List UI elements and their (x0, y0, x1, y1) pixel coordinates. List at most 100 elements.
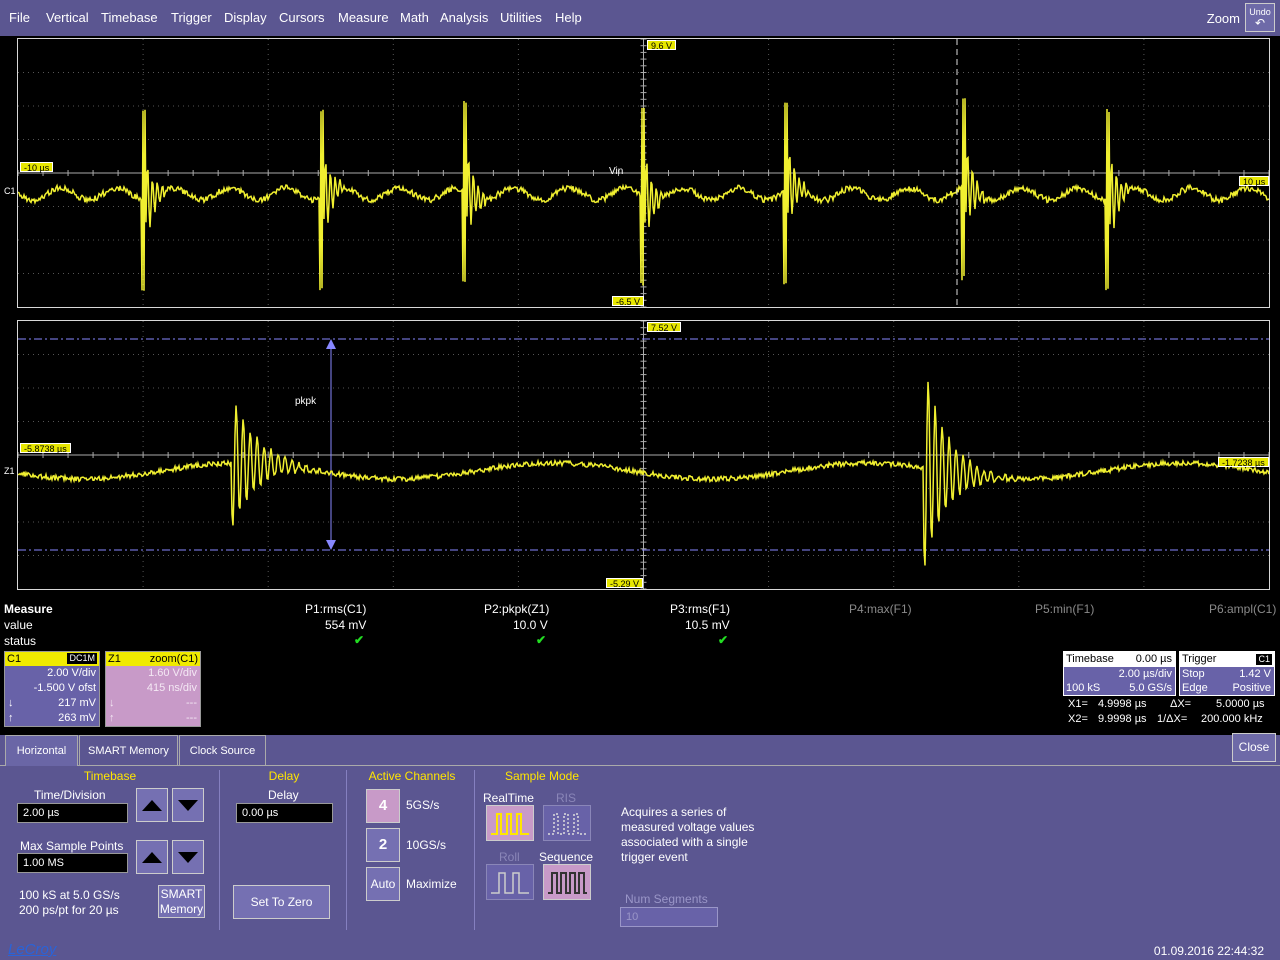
menu-measure[interactable]: Measure (338, 10, 389, 25)
channels-2-button[interactable]: 2 (366, 828, 400, 862)
z1-cursor-up: ↑ --- (106, 711, 200, 726)
z1-name: Z1 (108, 653, 121, 665)
grid1-bottom-level: -6.5 V (612, 296, 644, 306)
time-division-down-button[interactable] (172, 788, 204, 822)
arrow-down-icon (173, 841, 203, 873)
grid1-right-time: 10 µs (1239, 176, 1269, 186)
param-p3-status-icon: ✔ (718, 633, 728, 647)
tab-clock-source[interactable]: Clock Source (179, 735, 266, 766)
trigger-level: 1.42 V (1239, 667, 1271, 681)
param-p5-name[interactable]: P5:min(F1) (1035, 602, 1094, 616)
channels-auto-label: Maximize (406, 877, 457, 891)
timebase-sampling: 100 kS 5.0 GS/s (1064, 681, 1175, 695)
section-separator (346, 770, 347, 930)
param-p3-name[interactable]: P3:rms(F1) (670, 602, 730, 616)
num-segments-label: Num Segments (625, 892, 708, 906)
undo-button[interactable]: Undo ↶ (1245, 3, 1275, 32)
menu-vertical[interactable]: Vertical (46, 10, 89, 25)
realtime-waveform-icon (487, 806, 533, 840)
roll-button[interactable] (486, 864, 534, 900)
max-sample-points-field[interactable]: 1.00 MS (17, 853, 128, 873)
z1-channel-marker[interactable]: Z1 (4, 466, 15, 476)
grid2-top-level: 7.52 V (647, 322, 681, 332)
max-sample-points-down-button[interactable] (172, 840, 204, 874)
channels-4-button[interactable]: 4 (366, 789, 400, 823)
close-button[interactable]: Close (1232, 733, 1276, 762)
undo-icon: ↶ (1246, 18, 1274, 29)
menu-math[interactable]: Math (400, 10, 429, 25)
param-p6-name[interactable]: P6:ampl(C1) (1209, 602, 1276, 616)
c1-coupling: DC1M (67, 653, 97, 664)
section-separator (219, 770, 220, 930)
lecroy-logo[interactable]: LeCroy (8, 941, 56, 958)
param-p4-name[interactable]: P4:max(F1) (849, 602, 912, 616)
c1-channel-marker[interactable]: C1 (4, 186, 16, 196)
trigger-header: Trigger C1 (1180, 652, 1274, 667)
sequence-button[interactable] (543, 864, 591, 900)
z1-descriptor-header: Z1 zoom(C1) (106, 652, 200, 666)
vin-trace-label: Vin (609, 166, 623, 177)
menu-cursors[interactable]: Cursors (279, 10, 325, 25)
grid2-right-time: -1.7238 µs (1218, 457, 1269, 467)
measure-table: Measure value status P1:rms(C1) 554 mV ✔… (0, 600, 1280, 650)
c1-cursor-down: ↓ 217 mV (5, 696, 99, 711)
sample-mode-title: Sample Mode (492, 769, 592, 783)
tab-smart-memory[interactable]: SMART Memory (79, 735, 178, 766)
trigger-descriptor[interactable]: Trigger C1 Stop 1.42 V Edge Positive (1179, 651, 1275, 696)
realtime-button[interactable] (486, 805, 534, 841)
sequence-label: Sequence (539, 850, 593, 864)
param-p2-name[interactable]: P2:pkpk(Z1) (484, 602, 549, 616)
time-division-up-button[interactable] (136, 788, 168, 822)
cursor-freq-label: 1/ΔX= (1157, 713, 1187, 725)
c1-cursor-up: ↑ 263 mV (5, 711, 99, 726)
channels-2-label: 10GS/s (406, 838, 446, 852)
c1-descriptor[interactable]: C1 DC1M 2.00 V/div -1.500 V ofst ↓ 217 mV… (4, 651, 100, 727)
timebase-delay: 0.00 µs (1136, 652, 1172, 667)
menu-utilities[interactable]: Utilities (500, 10, 542, 25)
menu-file[interactable]: File (9, 10, 30, 25)
delay-field[interactable]: 0.00 µs (236, 803, 333, 823)
cursor-x1-value: 4.9998 µs (1098, 698, 1147, 710)
measure-row-status: status (4, 634, 36, 648)
ris-button[interactable] (543, 805, 591, 841)
trigger-channel: C1 (1256, 654, 1272, 665)
trigger-mode: Stop (1182, 667, 1205, 681)
cursor-dx-value: 5.0000 µs (1216, 698, 1265, 710)
param-p1-name[interactable]: P1:rms(C1) (305, 602, 366, 616)
measure-row-value: value (4, 618, 33, 632)
waveform-grid-top[interactable] (17, 38, 1270, 308)
waveform-grid-zoom[interactable] (17, 320, 1270, 590)
menu-analysis[interactable]: Analysis (440, 10, 488, 25)
max-sample-points-up-button[interactable] (136, 840, 168, 874)
param-p1-value: 554 mV (325, 618, 366, 632)
menu-help[interactable]: Help (555, 10, 582, 25)
sequence-description-2: measured voltage values (621, 820, 754, 834)
ris-label: RIS (556, 791, 576, 805)
set-to-zero-button[interactable]: Set To Zero (233, 885, 330, 919)
timebase-section-title: Timebase (60, 769, 160, 783)
roll-label: Roll (499, 850, 520, 864)
z1-descriptor[interactable]: Z1 zoom(C1) 1.60 V/div 415 ns/div ↓ --- ↑… (105, 651, 201, 727)
menu-timebase[interactable]: Timebase (101, 10, 158, 25)
delay-section-title: Delay (234, 769, 334, 783)
c1-name: C1 (7, 653, 21, 665)
arrow-up-icon (137, 841, 167, 873)
menu-bar: File Vertical Timebase Trigger Display C… (0, 0, 1280, 36)
timebase-descriptor[interactable]: Timebase 0.00 µs 2.00 µs/div 100 kS 5.0 … (1063, 651, 1176, 696)
timebase-rate: 5.0 GS/s (1129, 681, 1172, 695)
time-division-field[interactable]: 2.00 µs (17, 803, 128, 823)
trigger-slope: Positive (1232, 681, 1271, 695)
section-separator (474, 770, 475, 930)
sequence-description-1: Acquires a series of (621, 805, 726, 819)
delay-label: Delay (268, 788, 299, 802)
num-segments-field[interactable]: 10 (620, 907, 718, 927)
menu-display[interactable]: Display (224, 10, 267, 25)
menu-trigger[interactable]: Trigger (171, 10, 212, 25)
z1-tdiv: 415 ns/div (106, 681, 200, 696)
tab-horizontal[interactable]: Horizontal (5, 735, 78, 766)
channels-auto-button[interactable]: Auto (366, 867, 400, 901)
timebase-header: Timebase 0.00 µs (1064, 652, 1175, 667)
sequence-waveform-icon (544, 865, 590, 899)
smart-memory-button[interactable]: SMART Memory (158, 885, 205, 918)
status-bar: LeCroy 01.09.2016 22:44:32 (0, 940, 1280, 960)
